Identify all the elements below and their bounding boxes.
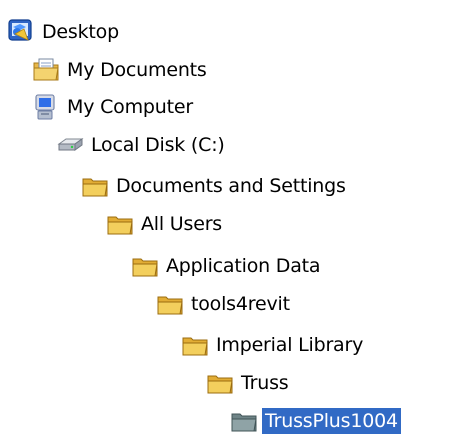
folder-tree: Desktop My Documents My Computer Local D…: [0, 0, 449, 437]
folder-icon: [80, 171, 110, 201]
tree-item-truss[interactable]: Truss: [205, 369, 291, 397]
tree-item-documents-and-settings[interactable]: Documents and Settings: [80, 172, 349, 200]
tree-item-local-disk[interactable]: Local Disk (C:): [55, 131, 228, 159]
tree-item-label: Local Disk (C:): [91, 134, 225, 156]
my-computer-icon: [31, 92, 61, 122]
tree-item-application-data[interactable]: Application Data: [130, 252, 323, 280]
hard-drive-icon: [55, 130, 85, 160]
tree-item-label: My Documents: [67, 59, 207, 81]
tree-item-imperial-library[interactable]: Imperial Library: [180, 331, 366, 359]
folder-icon: [130, 251, 160, 281]
tree-item-my-documents[interactable]: My Documents: [31, 56, 210, 84]
tree-item-label: Truss: [241, 372, 289, 394]
tree-item-label: My Computer: [67, 96, 193, 118]
tree-item-tools4revit[interactable]: tools4revit: [155, 290, 293, 318]
tree-item-my-computer[interactable]: My Computer: [31, 93, 196, 121]
my-documents-icon: [31, 55, 61, 85]
folder-icon: [105, 209, 135, 239]
tree-item-label: Desktop: [42, 21, 119, 43]
folder-icon: [155, 289, 185, 319]
tree-item-trussplus1004[interactable]: TrussPlus1004: [229, 407, 401, 435]
tree-item-label: Imperial Library: [216, 334, 364, 356]
tree-item-desktop[interactable]: Desktop: [6, 18, 122, 46]
tree-item-label: Documents and Settings: [116, 175, 346, 197]
folder-icon: [205, 368, 235, 398]
tree-item-label: tools4revit: [191, 293, 290, 315]
tree-item-label: Application Data: [166, 255, 321, 277]
folder-gray-icon: [229, 406, 259, 436]
tree-item-label: All Users: [141, 213, 223, 235]
folder-icon: [180, 330, 210, 360]
desktop-icon: [6, 17, 36, 47]
tree-item-all-users[interactable]: All Users: [105, 210, 225, 238]
selected-tree-item-label: TrussPlus1004: [262, 408, 401, 434]
